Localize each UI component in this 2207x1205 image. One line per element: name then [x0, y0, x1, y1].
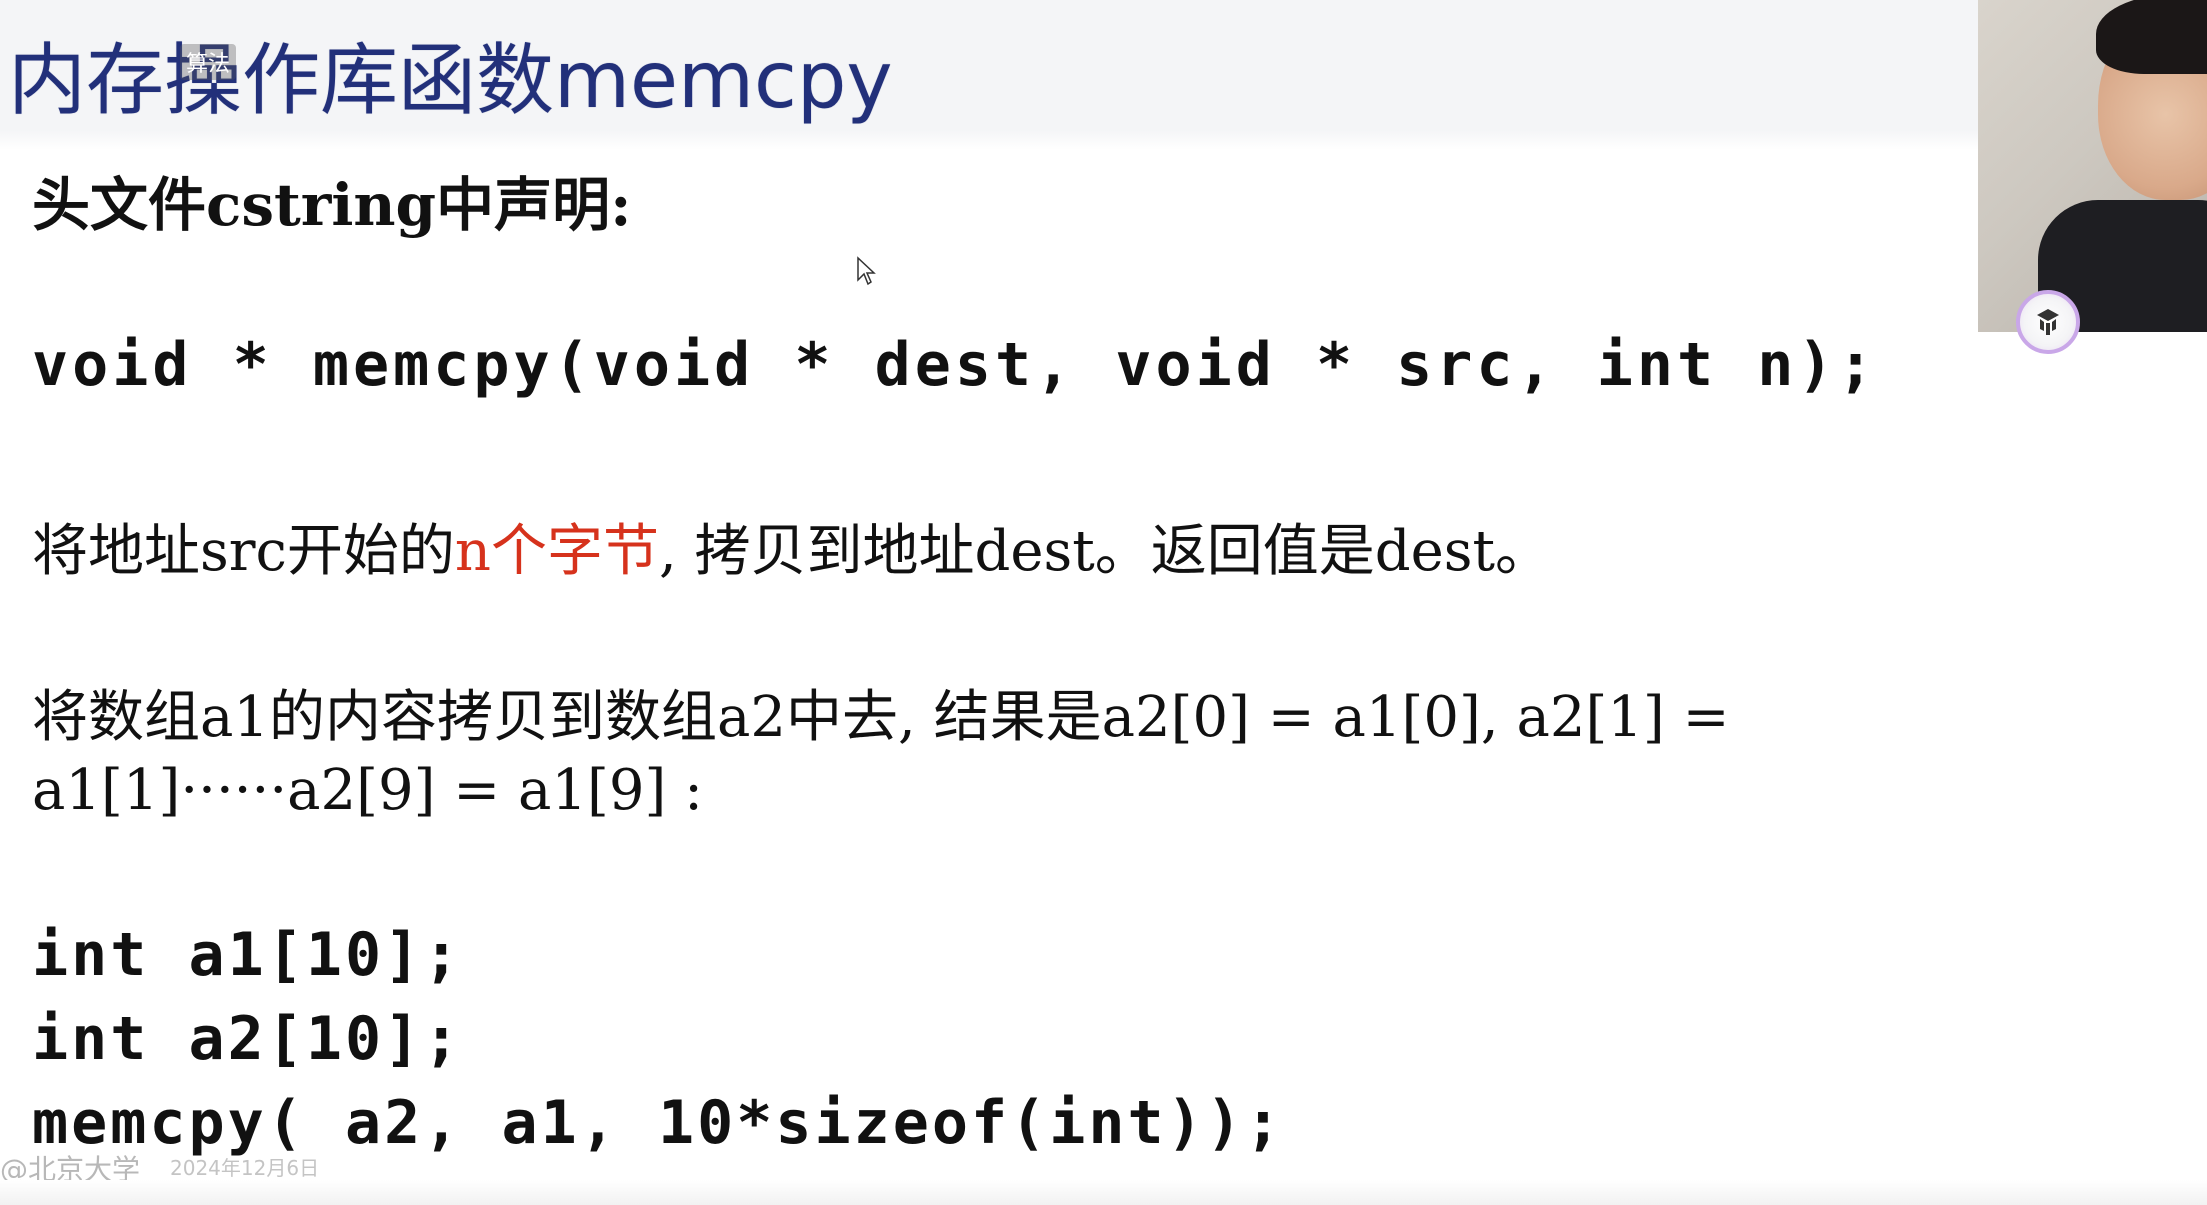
subtitle-strip [0, 1180, 2207, 1205]
slide-canvas: 内存操作库函数memcpy 算法 头文件cstring中声明: void * m… [0, 0, 2207, 1205]
platform-logo-glyph-icon [2037, 309, 2059, 335]
example-description-line2: a1[1]······a2[9] = a1[9] : [32, 758, 704, 823]
description-part1: 将地址src开始的 [32, 519, 455, 584]
description-highlight: n个字节 [454, 519, 659, 584]
code-line-1: int a1[10]; [32, 920, 463, 990]
header-declaration-line: 头文件cstring中声明: [32, 171, 632, 239]
presenter-webcam [1978, 0, 2207, 332]
presenter-tag: 算法 [180, 44, 237, 80]
description-line: 将地址src开始的n个字节, 拷贝到地址dest。返回值是dest。 [32, 506, 1551, 587]
function-prototype: void * memcpy(void * dest, void * src, i… [32, 330, 1878, 400]
code-line-3: memcpy( a2, a1, 10*sizeof(int)); [32, 1088, 1284, 1158]
code-line-2: int a2[10]; [32, 1004, 463, 1074]
footer-date: 2024年12月6日 [170, 1156, 320, 1180]
example-description-line1: 将数组a1的内容拷贝到数组a2中去, 结果是a2[0] = a1[0], a2[… [32, 685, 1730, 750]
platform-logo-icon [2016, 290, 2080, 354]
webcam-presenter-hair [2096, 0, 2207, 74]
slide-title: 内存操作库函数memcpy [8, 36, 893, 126]
description-part2: , 拷贝到地址dest。返回值是dest。 [658, 519, 1552, 584]
mouse-pointer-icon [857, 256, 876, 286]
